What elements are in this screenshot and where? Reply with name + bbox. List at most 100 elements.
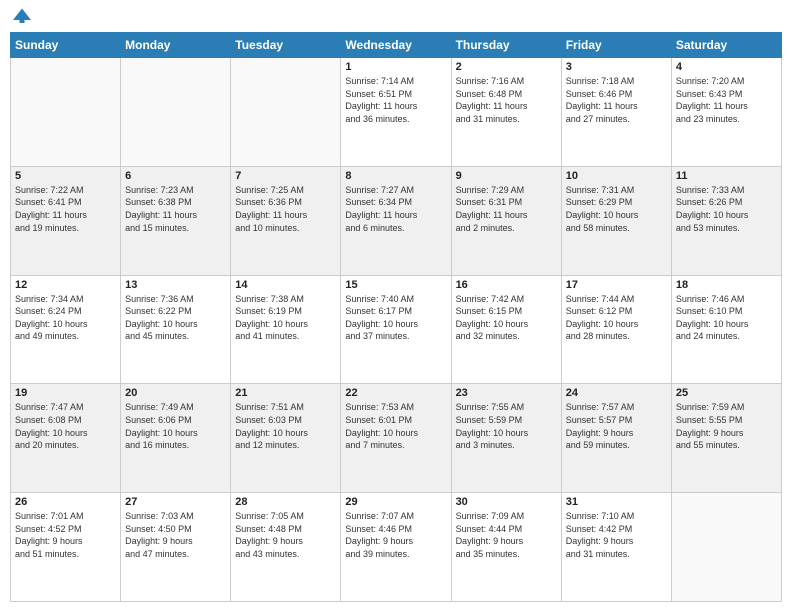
calendar-cell: 11 Sunrise: 7:33 AM Sunset: 6:26 PM Dayli… xyxy=(671,166,781,275)
calendar-cell: 29 Sunrise: 7:07 AM Sunset: 4:46 PM Dayli… xyxy=(341,493,451,602)
day-info: Sunrise: 7:40 AM Sunset: 6:17 PM Dayligh… xyxy=(345,293,446,343)
day-info: Sunrise: 7:53 AM Sunset: 6:01 PM Dayligh… xyxy=(345,401,446,451)
day-info: Sunrise: 7:29 AM Sunset: 6:31 PM Dayligh… xyxy=(456,184,557,234)
day-number: 15 xyxy=(345,279,446,291)
day-number: 26 xyxy=(15,496,116,508)
logo-icon xyxy=(12,6,32,26)
day-info: Sunrise: 7:46 AM Sunset: 6:10 PM Dayligh… xyxy=(676,293,777,343)
calendar-cell: 20 Sunrise: 7:49 AM Sunset: 6:06 PM Dayli… xyxy=(121,384,231,493)
day-number: 3 xyxy=(566,61,667,73)
calendar-cell: 30 Sunrise: 7:09 AM Sunset: 4:44 PM Dayli… xyxy=(451,493,561,602)
day-number: 29 xyxy=(345,496,446,508)
day-info: Sunrise: 7:25 AM Sunset: 6:36 PM Dayligh… xyxy=(235,184,336,234)
day-info: Sunrise: 7:27 AM Sunset: 6:34 PM Dayligh… xyxy=(345,184,446,234)
calendar-cell: 31 Sunrise: 7:10 AM Sunset: 4:42 PM Dayli… xyxy=(561,493,671,602)
day-info: Sunrise: 7:18 AM Sunset: 6:46 PM Dayligh… xyxy=(566,75,667,125)
day-number: 30 xyxy=(456,496,557,508)
day-info: Sunrise: 7:31 AM Sunset: 6:29 PM Dayligh… xyxy=(566,184,667,234)
weekday-header-row: SundayMondayTuesdayWednesdayThursdayFrid… xyxy=(11,33,782,58)
day-number: 28 xyxy=(235,496,336,508)
weekday-header-saturday: Saturday xyxy=(671,33,781,58)
calendar-cell xyxy=(11,58,121,167)
weekday-header-tuesday: Tuesday xyxy=(231,33,341,58)
calendar-cell: 13 Sunrise: 7:36 AM Sunset: 6:22 PM Dayli… xyxy=(121,275,231,384)
calendar-cell: 9 Sunrise: 7:29 AM Sunset: 6:31 PM Daylig… xyxy=(451,166,561,275)
calendar-cell: 23Sunrise: 7:55 AM Sunset: 5:59 PM Dayli… xyxy=(451,384,561,493)
weekday-header-monday: Monday xyxy=(121,33,231,58)
day-number: 19 xyxy=(15,387,116,399)
day-number: 1 xyxy=(345,61,446,73)
day-number: 21 xyxy=(235,387,336,399)
day-number: 16 xyxy=(456,279,557,291)
day-number: 27 xyxy=(125,496,226,508)
day-info: Sunrise: 7:59 AM Sunset: 5:55 PM Dayligh… xyxy=(676,401,777,451)
day-number: 18 xyxy=(676,279,777,291)
calendar-cell xyxy=(671,493,781,602)
day-info: Sunrise: 7:10 AM Sunset: 4:42 PM Dayligh… xyxy=(566,510,667,560)
day-number: 14 xyxy=(235,279,336,291)
day-info: Sunrise: 7:36 AM Sunset: 6:22 PM Dayligh… xyxy=(125,293,226,343)
day-info: Sunrise: 7:38 AM Sunset: 6:19 PM Dayligh… xyxy=(235,293,336,343)
day-info: Sunrise: 7:07 AM Sunset: 4:46 PM Dayligh… xyxy=(345,510,446,560)
calendar-cell: 27 Sunrise: 7:03 AM Sunset: 4:50 PM Dayli… xyxy=(121,493,231,602)
day-info: Sunrise: 7:09 AM Sunset: 4:44 PM Dayligh… xyxy=(456,510,557,560)
calendar-cell: 12Sunrise: 7:34 AM Sunset: 6:24 PM Dayli… xyxy=(11,275,121,384)
day-info: Sunrise: 7:23 AM Sunset: 6:38 PM Dayligh… xyxy=(125,184,226,234)
day-info: Sunrise: 7:44 AM Sunset: 6:12 PM Dayligh… xyxy=(566,293,667,343)
day-number: 8 xyxy=(345,170,446,182)
day-info: Sunrise: 7:57 AM Sunset: 5:57 PM Dayligh… xyxy=(566,401,667,451)
day-number: 23 xyxy=(456,387,557,399)
day-info: Sunrise: 7:51 AM Sunset: 6:03 PM Dayligh… xyxy=(235,401,336,451)
day-number: 20 xyxy=(125,387,226,399)
calendar-cell: 8 Sunrise: 7:27 AM Sunset: 6:34 PM Daylig… xyxy=(341,166,451,275)
week-row-2: 5 Sunrise: 7:22 AM Sunset: 6:41 PM Daylig… xyxy=(11,166,782,275)
calendar-cell: 5 Sunrise: 7:22 AM Sunset: 6:41 PM Daylig… xyxy=(11,166,121,275)
day-number: 10 xyxy=(566,170,667,182)
calendar-cell: 7 Sunrise: 7:25 AM Sunset: 6:36 PM Daylig… xyxy=(231,166,341,275)
day-number: 11 xyxy=(676,170,777,182)
day-info: Sunrise: 7:49 AM Sunset: 6:06 PM Dayligh… xyxy=(125,401,226,451)
calendar-cell: 18 Sunrise: 7:46 AM Sunset: 6:10 PM Dayli… xyxy=(671,275,781,384)
calendar-cell: 3 Sunrise: 7:18 AM Sunset: 6:46 PM Daylig… xyxy=(561,58,671,167)
day-number: 5 xyxy=(15,170,116,182)
day-info: Sunrise: 7:34 AM Sunset: 6:24 PM Dayligh… xyxy=(15,293,116,343)
page: SundayMondayTuesdayWednesdayThursdayFrid… xyxy=(0,0,792,612)
calendar-cell: 14 Sunrise: 7:38 AM Sunset: 6:19 PM Dayli… xyxy=(231,275,341,384)
calendar-cell: 28 Sunrise: 7:05 AM Sunset: 4:48 PM Dayli… xyxy=(231,493,341,602)
day-number: 6 xyxy=(125,170,226,182)
calendar-cell: 16Sunrise: 7:42 AM Sunset: 6:15 PM Dayli… xyxy=(451,275,561,384)
calendar-cell: 17 Sunrise: 7:44 AM Sunset: 6:12 PM Dayli… xyxy=(561,275,671,384)
day-info: Sunrise: 7:20 AM Sunset: 6:43 PM Dayligh… xyxy=(676,75,777,125)
day-info: Sunrise: 7:33 AM Sunset: 6:26 PM Dayligh… xyxy=(676,184,777,234)
day-number: 25 xyxy=(676,387,777,399)
day-number: 31 xyxy=(566,496,667,508)
calendar-cell xyxy=(121,58,231,167)
week-row-3: 12Sunrise: 7:34 AM Sunset: 6:24 PM Dayli… xyxy=(11,275,782,384)
day-info: Sunrise: 7:05 AM Sunset: 4:48 PM Dayligh… xyxy=(235,510,336,560)
weekday-header-thursday: Thursday xyxy=(451,33,561,58)
day-number: 13 xyxy=(125,279,226,291)
weekday-header-sunday: Sunday xyxy=(11,33,121,58)
calendar-cell: 1 Sunrise: 7:14 AM Sunset: 6:51 PM Daylig… xyxy=(341,58,451,167)
calendar-cell: 21 Sunrise: 7:51 AM Sunset: 6:03 PM Dayli… xyxy=(231,384,341,493)
calendar-cell: 25 Sunrise: 7:59 AM Sunset: 5:55 PM Dayli… xyxy=(671,384,781,493)
calendar-cell: 26 Sunrise: 7:01 AM Sunset: 4:52 PM Dayli… xyxy=(11,493,121,602)
weekday-header-friday: Friday xyxy=(561,33,671,58)
day-info: Sunrise: 7:01 AM Sunset: 4:52 PM Dayligh… xyxy=(15,510,116,560)
day-number: 22 xyxy=(345,387,446,399)
header xyxy=(10,10,782,26)
calendar-cell xyxy=(231,58,341,167)
day-info: Sunrise: 7:03 AM Sunset: 4:50 PM Dayligh… xyxy=(125,510,226,560)
day-number: 9 xyxy=(456,170,557,182)
day-number: 7 xyxy=(235,170,336,182)
calendar-cell: 22 Sunrise: 7:53 AM Sunset: 6:01 PM Dayli… xyxy=(341,384,451,493)
week-row-4: 19Sunrise: 7:47 AM Sunset: 6:08 PM Dayli… xyxy=(11,384,782,493)
day-info: Sunrise: 7:22 AM Sunset: 6:41 PM Dayligh… xyxy=(15,184,116,234)
day-number: 2 xyxy=(456,61,557,73)
day-number: 17 xyxy=(566,279,667,291)
calendar-cell: 15 Sunrise: 7:40 AM Sunset: 6:17 PM Dayli… xyxy=(341,275,451,384)
calendar-cell: 19Sunrise: 7:47 AM Sunset: 6:08 PM Dayli… xyxy=(11,384,121,493)
day-info: Sunrise: 7:14 AM Sunset: 6:51 PM Dayligh… xyxy=(345,75,446,125)
calendar-table: SundayMondayTuesdayWednesdayThursdayFrid… xyxy=(10,32,782,602)
calendar-cell: 10 Sunrise: 7:31 AM Sunset: 6:29 PM Dayli… xyxy=(561,166,671,275)
